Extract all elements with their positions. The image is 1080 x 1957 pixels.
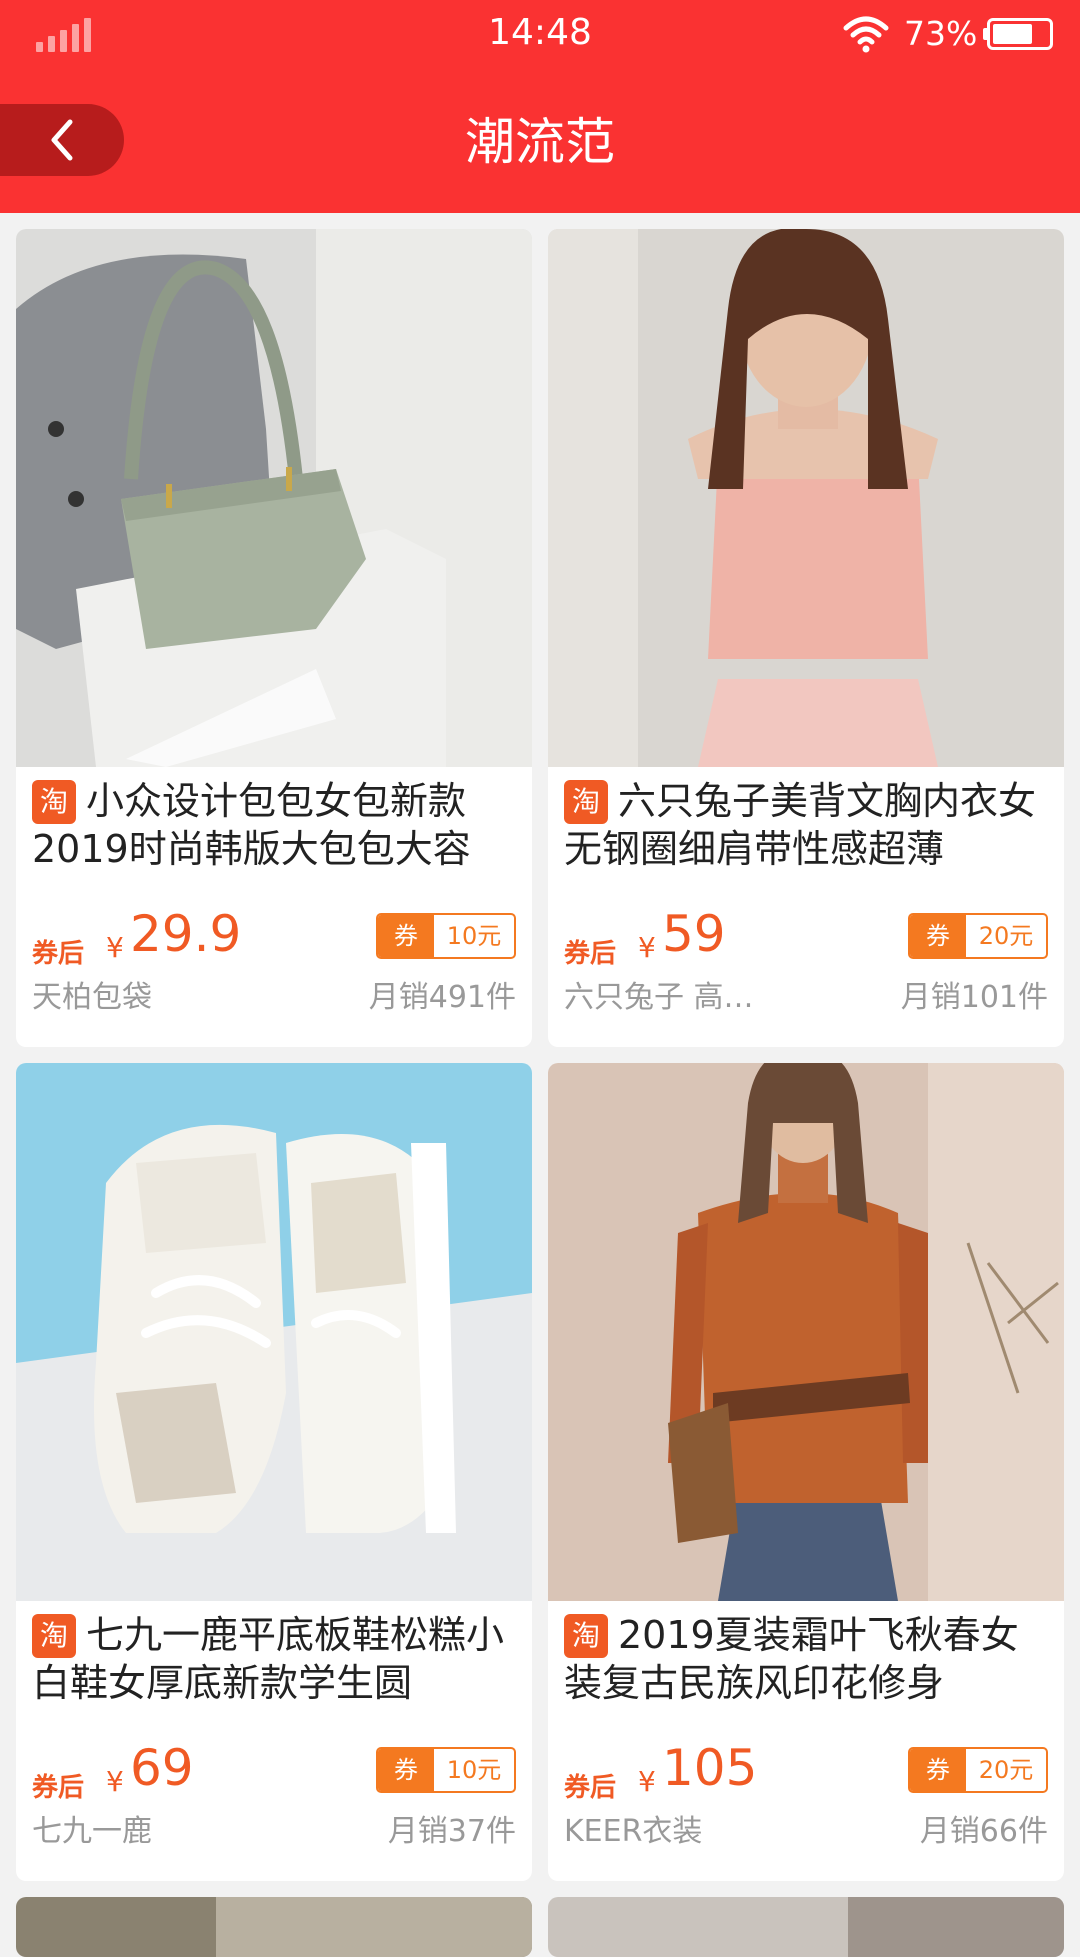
product-image [16,1063,532,1601]
currency-symbol: ¥ [106,1765,124,1798]
product-image [548,1063,1064,1601]
card-footer: 七九一鹿 月销37件 [32,1807,516,1857]
product-title: 淘七九一鹿平底板鞋松糕小白鞋女厚底新款学生圆 [32,1611,522,1707]
product-title-text: 七九一鹿平底板鞋松糕小白鞋女厚底新款学生圆 [32,1613,505,1705]
coupon-amount: 20元 [978,922,1034,950]
price-row: 券后 ¥ 29.9 券 10元 [32,901,516,971]
taobao-badge-icon: 淘 [32,780,76,824]
price-prefix: 券后 [32,939,85,969]
price-row: 券后 ¥ 69 券 10元 [32,1735,516,1805]
status-bar: 14:48 73% [0,0,1080,70]
product-title-text: 2019夏装霜叶飞秋春女装复古民族风印花修身 [564,1613,1019,1705]
product-image [548,229,1064,767]
shop-name: 六只兔子 高… [564,980,754,1015]
battery-icon [983,18,1053,50]
price-row: 券后 ¥ 105 券 20元 [564,1735,1048,1805]
taobao-badge-icon: 淘 [564,1614,608,1658]
card-footer: 天柏包袋 月销491件 [32,973,516,1023]
coupon-amount: 10元 [446,922,502,950]
product-card[interactable]: 淘六只兔子美背文胸内衣女无钢圈细肩带性感超薄 券后 ¥ 59 券 20元 六只兔… [548,229,1064,1047]
coupon-amount: 20元 [978,1756,1034,1784]
taobao-badge-icon: 淘 [32,1614,76,1658]
page-title: 潮流范 [465,113,615,171]
price-row: 券后 ¥ 59 券 20元 [564,901,1048,971]
currency-symbol: ¥ [638,1765,656,1798]
monthly-sales: 月销491件 [368,980,516,1015]
product-card[interactable]: 淘 2019夏装霜叶飞秋春女装复古民族风印花修身 券后 ¥ 105 券 20元 K… [548,1063,1064,1881]
coupon-tag[interactable]: 券 10元 [376,1747,516,1793]
price-prefix: 券后 [32,1773,85,1803]
product-title: 淘 2019夏装霜叶飞秋春女装复古民族风印花修身 [564,1611,1054,1707]
price-value: 105 [662,1739,758,1797]
taobao-badge-icon: 淘 [564,780,608,824]
monthly-sales: 月销66件 [919,1814,1048,1849]
battery-percent: 73% [904,14,978,53]
currency-symbol: ¥ [106,931,124,964]
product-title-text: 六只兔子美背文胸内衣女无钢圈细肩带性感超薄 [564,779,1037,871]
shop-name: 七九一鹿 [32,1814,152,1849]
product-card[interactable] [548,1897,1064,1957]
card-footer: KEER衣装 月销66件 [564,1807,1048,1857]
product-card[interactable] [16,1897,532,1957]
product-image [548,1897,1064,1957]
monthly-sales: 月销101件 [900,980,1048,1015]
coupon-tag[interactable]: 券 10元 [376,913,516,959]
shop-name: KEER衣装 [564,1814,703,1849]
price-value: 69 [130,1739,194,1797]
currency-symbol: ¥ [638,931,656,964]
card-footer: 六只兔子 高… 月销101件 [564,973,1048,1023]
product-title: 淘六只兔子美背文胸内衣女无钢圈细肩带性感超薄 [564,777,1054,873]
coupon-label: 券 [910,915,966,957]
coupon-amount: 10元 [446,1756,502,1784]
product-card[interactable]: 淘七九一鹿平底板鞋松糕小白鞋女厚底新款学生圆 券后 ¥ 69 券 10元 七九一… [16,1063,532,1881]
product-card[interactable]: 淘小众设计包包女包新款2019时尚韩版大包包大容 券后 ¥ 29.9 券 10元… [16,229,532,1047]
price-prefix: 券后 [564,939,617,969]
price-prefix: 券后 [564,1773,617,1803]
coupon-label: 券 [378,915,434,957]
product-image [16,1897,532,1957]
coupon-label: 券 [378,1749,434,1791]
coupon-tag[interactable]: 券 20元 [908,913,1048,959]
price-value: 59 [662,905,726,963]
coupon-label: 券 [910,1749,966,1791]
product-title: 淘小众设计包包女包新款2019时尚韩版大包包大容 [32,777,522,873]
shop-name: 天柏包袋 [32,980,152,1015]
price-value: 29.9 [130,905,242,963]
wifi-icon [843,16,889,53]
product-image [16,229,532,767]
app-header: 14:48 73% 潮流范 [0,0,1080,213]
coupon-tag[interactable]: 券 20元 [908,1747,1048,1793]
product-title-text: 小众设计包包女包新款2019时尚韩版大包包大容 [32,779,471,871]
monthly-sales: 月销37件 [387,1814,516,1849]
